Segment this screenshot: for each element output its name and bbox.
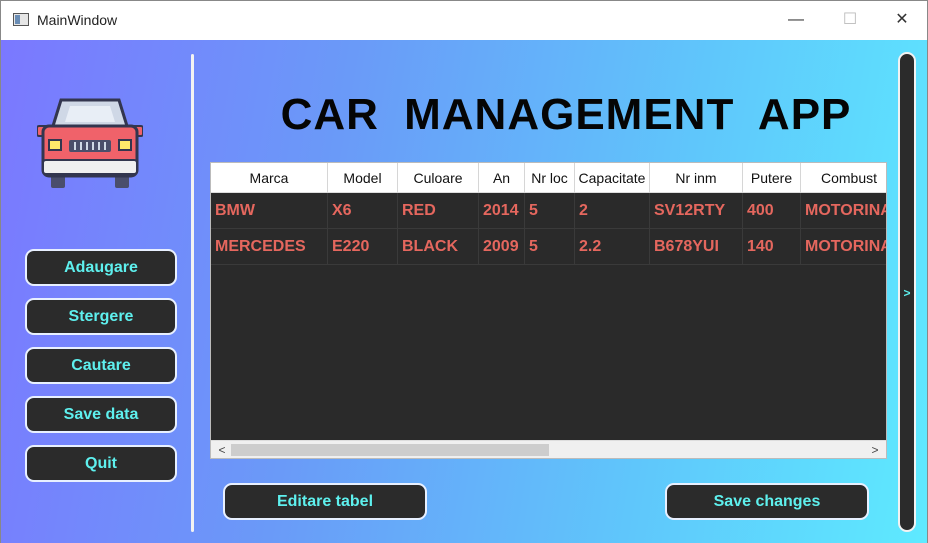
save-changes-button[interactable]: Save changes <box>665 483 869 520</box>
car-logo-icon <box>37 98 143 188</box>
table-header: Marca Model Culoare An Nr loc Capacitate… <box>211 163 886 193</box>
close-button[interactable]: ✕ <box>879 1 925 39</box>
table-row[interactable]: MERCEDES E220 BLACK 2009 5 2.2 B678YUI 1… <box>211 229 886 265</box>
delete-button[interactable]: Stergere <box>25 298 177 335</box>
table-cell[interactable]: SV12RTY <box>650 193 743 229</box>
quit-button[interactable]: Quit <box>25 445 177 482</box>
page-title: CAR MANAGEMENT APP <box>280 90 852 139</box>
column-header-culoare[interactable]: Culoare <box>398 163 479 193</box>
window-icon <box>13 13 29 26</box>
table-cell[interactable]: 400 <box>743 193 801 229</box>
table-row[interactable]: BMW X6 RED 2014 5 2 SV12RTY 400 MOTORINA <box>211 193 886 229</box>
table-cell[interactable]: 140 <box>743 229 801 265</box>
table-cell[interactable]: RED <box>398 193 479 229</box>
cars-table[interactable]: Marca Model Culoare An Nr loc Capacitate… <box>210 162 887 459</box>
column-header-capacitate[interactable]: Capacitate <box>575 163 650 193</box>
table-cell[interactable]: 5 <box>525 193 575 229</box>
table-cell[interactable]: BMW <box>211 193 328 229</box>
table-cell[interactable]: 2014 <box>479 193 525 229</box>
table-cell[interactable]: MOTORINA <box>801 193 886 229</box>
column-header-an[interactable]: An <box>479 163 525 193</box>
table-cell[interactable]: E220 <box>328 229 398 265</box>
column-header-model[interactable]: Model <box>328 163 398 193</box>
table-cell[interactable]: BLACK <box>398 229 479 265</box>
table-cell[interactable]: 2 <box>575 193 650 229</box>
table-cell[interactable]: 2.2 <box>575 229 650 265</box>
collapsible-side-panel[interactable]: > <box>898 52 916 532</box>
column-header-nr-loc[interactable]: Nr loc <box>525 163 575 193</box>
table-cell[interactable]: 2009 <box>479 229 525 265</box>
edit-table-button[interactable]: Editare tabel <box>223 483 427 520</box>
scrollbar-thumb[interactable] <box>231 444 549 456</box>
main-window: MainWindow — ☐ ✕ Adaugare Stergere Cauta… <box>0 0 928 543</box>
vertical-divider <box>191 54 194 532</box>
add-button[interactable]: Adaugare <box>25 249 177 286</box>
table-cell[interactable]: B678YUI <box>650 229 743 265</box>
column-header-combustibil[interactable]: Combust <box>801 163 886 193</box>
table-cell[interactable]: 5 <box>525 229 575 265</box>
table-cell[interactable]: MOTORINA <box>801 229 886 265</box>
column-header-marca[interactable]: Marca <box>211 163 328 193</box>
save-data-button[interactable]: Save data <box>25 396 177 433</box>
horizontal-scrollbar[interactable]: < > <box>211 440 886 458</box>
scroll-right-arrow-icon[interactable]: > <box>868 441 882 458</box>
column-header-putere[interactable]: Putere <box>743 163 801 193</box>
title-bar[interactable]: MainWindow — ☐ ✕ <box>1 1 927 39</box>
scroll-left-arrow-icon[interactable]: < <box>215 441 229 458</box>
maximize-button[interactable]: ☐ <box>827 1 873 39</box>
expand-arrow-icon[interactable]: > <box>900 286 914 300</box>
table-cell[interactable]: MERCEDES <box>211 229 328 265</box>
client-area: Adaugare Stergere Cautare Save data Quit… <box>1 40 927 543</box>
table-cell[interactable]: X6 <box>328 193 398 229</box>
search-button[interactable]: Cautare <box>25 347 177 384</box>
column-header-nr-inm[interactable]: Nr inm <box>650 163 743 193</box>
window-title: MainWindow <box>37 12 118 28</box>
minimize-button[interactable]: — <box>773 1 819 39</box>
